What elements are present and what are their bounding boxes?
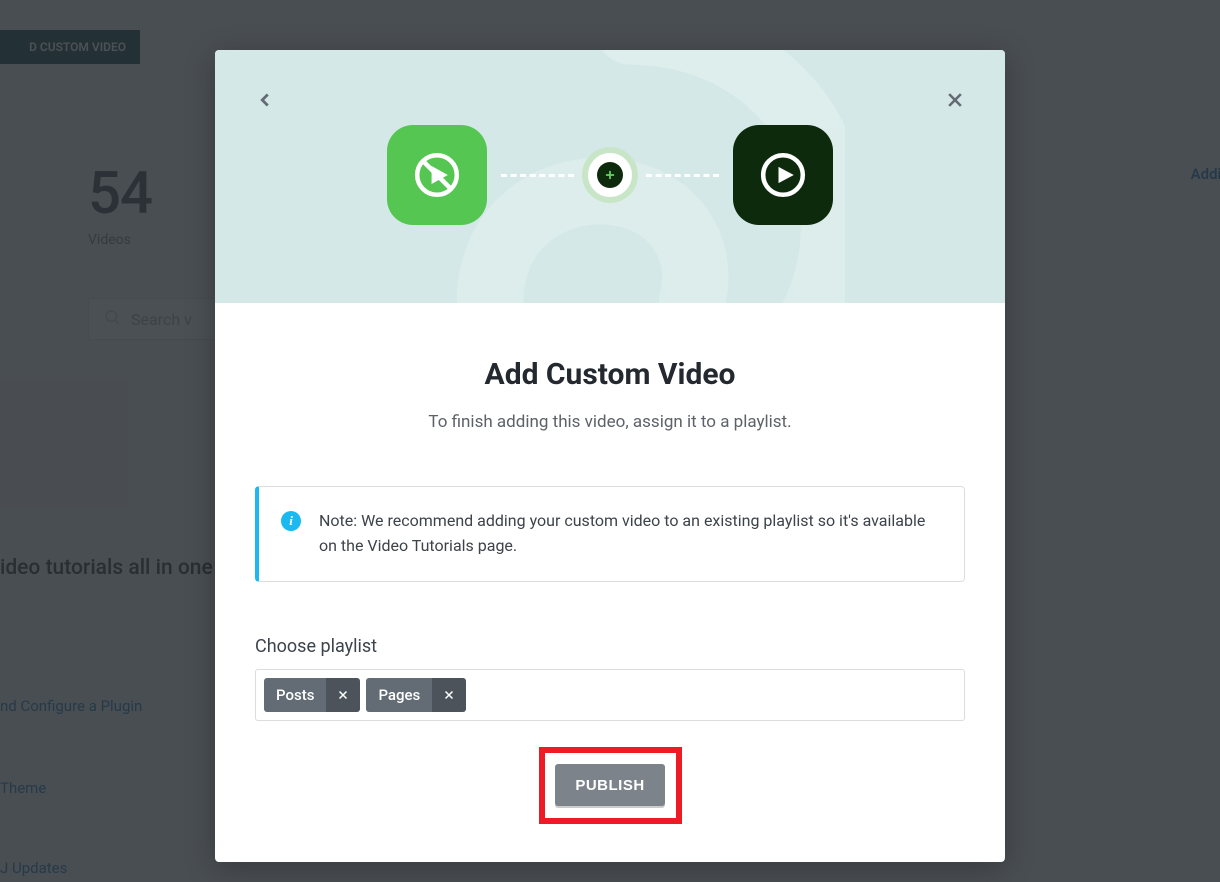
modal-hero <box>215 50 1005 303</box>
dashed-connector <box>501 174 574 177</box>
close-button[interactable] <box>941 86 969 114</box>
playlist-tag-input[interactable]: Posts Pages <box>255 669 965 721</box>
close-icon <box>443 689 455 701</box>
publish-highlight-box: PUBLISH <box>539 747 682 824</box>
playlist-tag-pages: Pages <box>366 678 466 712</box>
playlist-tag-label: Pages <box>366 686 432 704</box>
playlist-tag-label: Posts <box>264 686 326 704</box>
remove-tag-posts[interactable] <box>326 678 360 712</box>
close-icon <box>337 689 349 701</box>
back-button[interactable] <box>251 86 279 114</box>
publish-button-label: PUBLISH <box>575 777 644 794</box>
chevron-left-icon <box>254 89 276 111</box>
modal-title: Add Custom Video <box>255 357 965 392</box>
info-icon: i <box>281 511 301 531</box>
source-video-icon <box>387 125 487 225</box>
target-video-icon <box>733 125 833 225</box>
add-icon <box>588 153 632 197</box>
info-note-text: Note: We recommend adding your custom vi… <box>319 511 925 555</box>
dashed-connector <box>646 174 719 177</box>
close-icon <box>945 90 965 110</box>
playlist-field-label: Choose playlist <box>255 636 965 657</box>
playlist-tag-posts: Posts <box>264 678 360 712</box>
remove-tag-pages[interactable] <box>432 678 466 712</box>
info-note: i Note: We recommend adding your custom … <box>255 486 965 582</box>
publish-button[interactable]: PUBLISH <box>555 764 664 806</box>
add-custom-video-modal: Add Custom Video To finish adding this v… <box>215 50 1005 862</box>
modal-subtitle: To finish adding this video, assign it t… <box>255 412 965 432</box>
